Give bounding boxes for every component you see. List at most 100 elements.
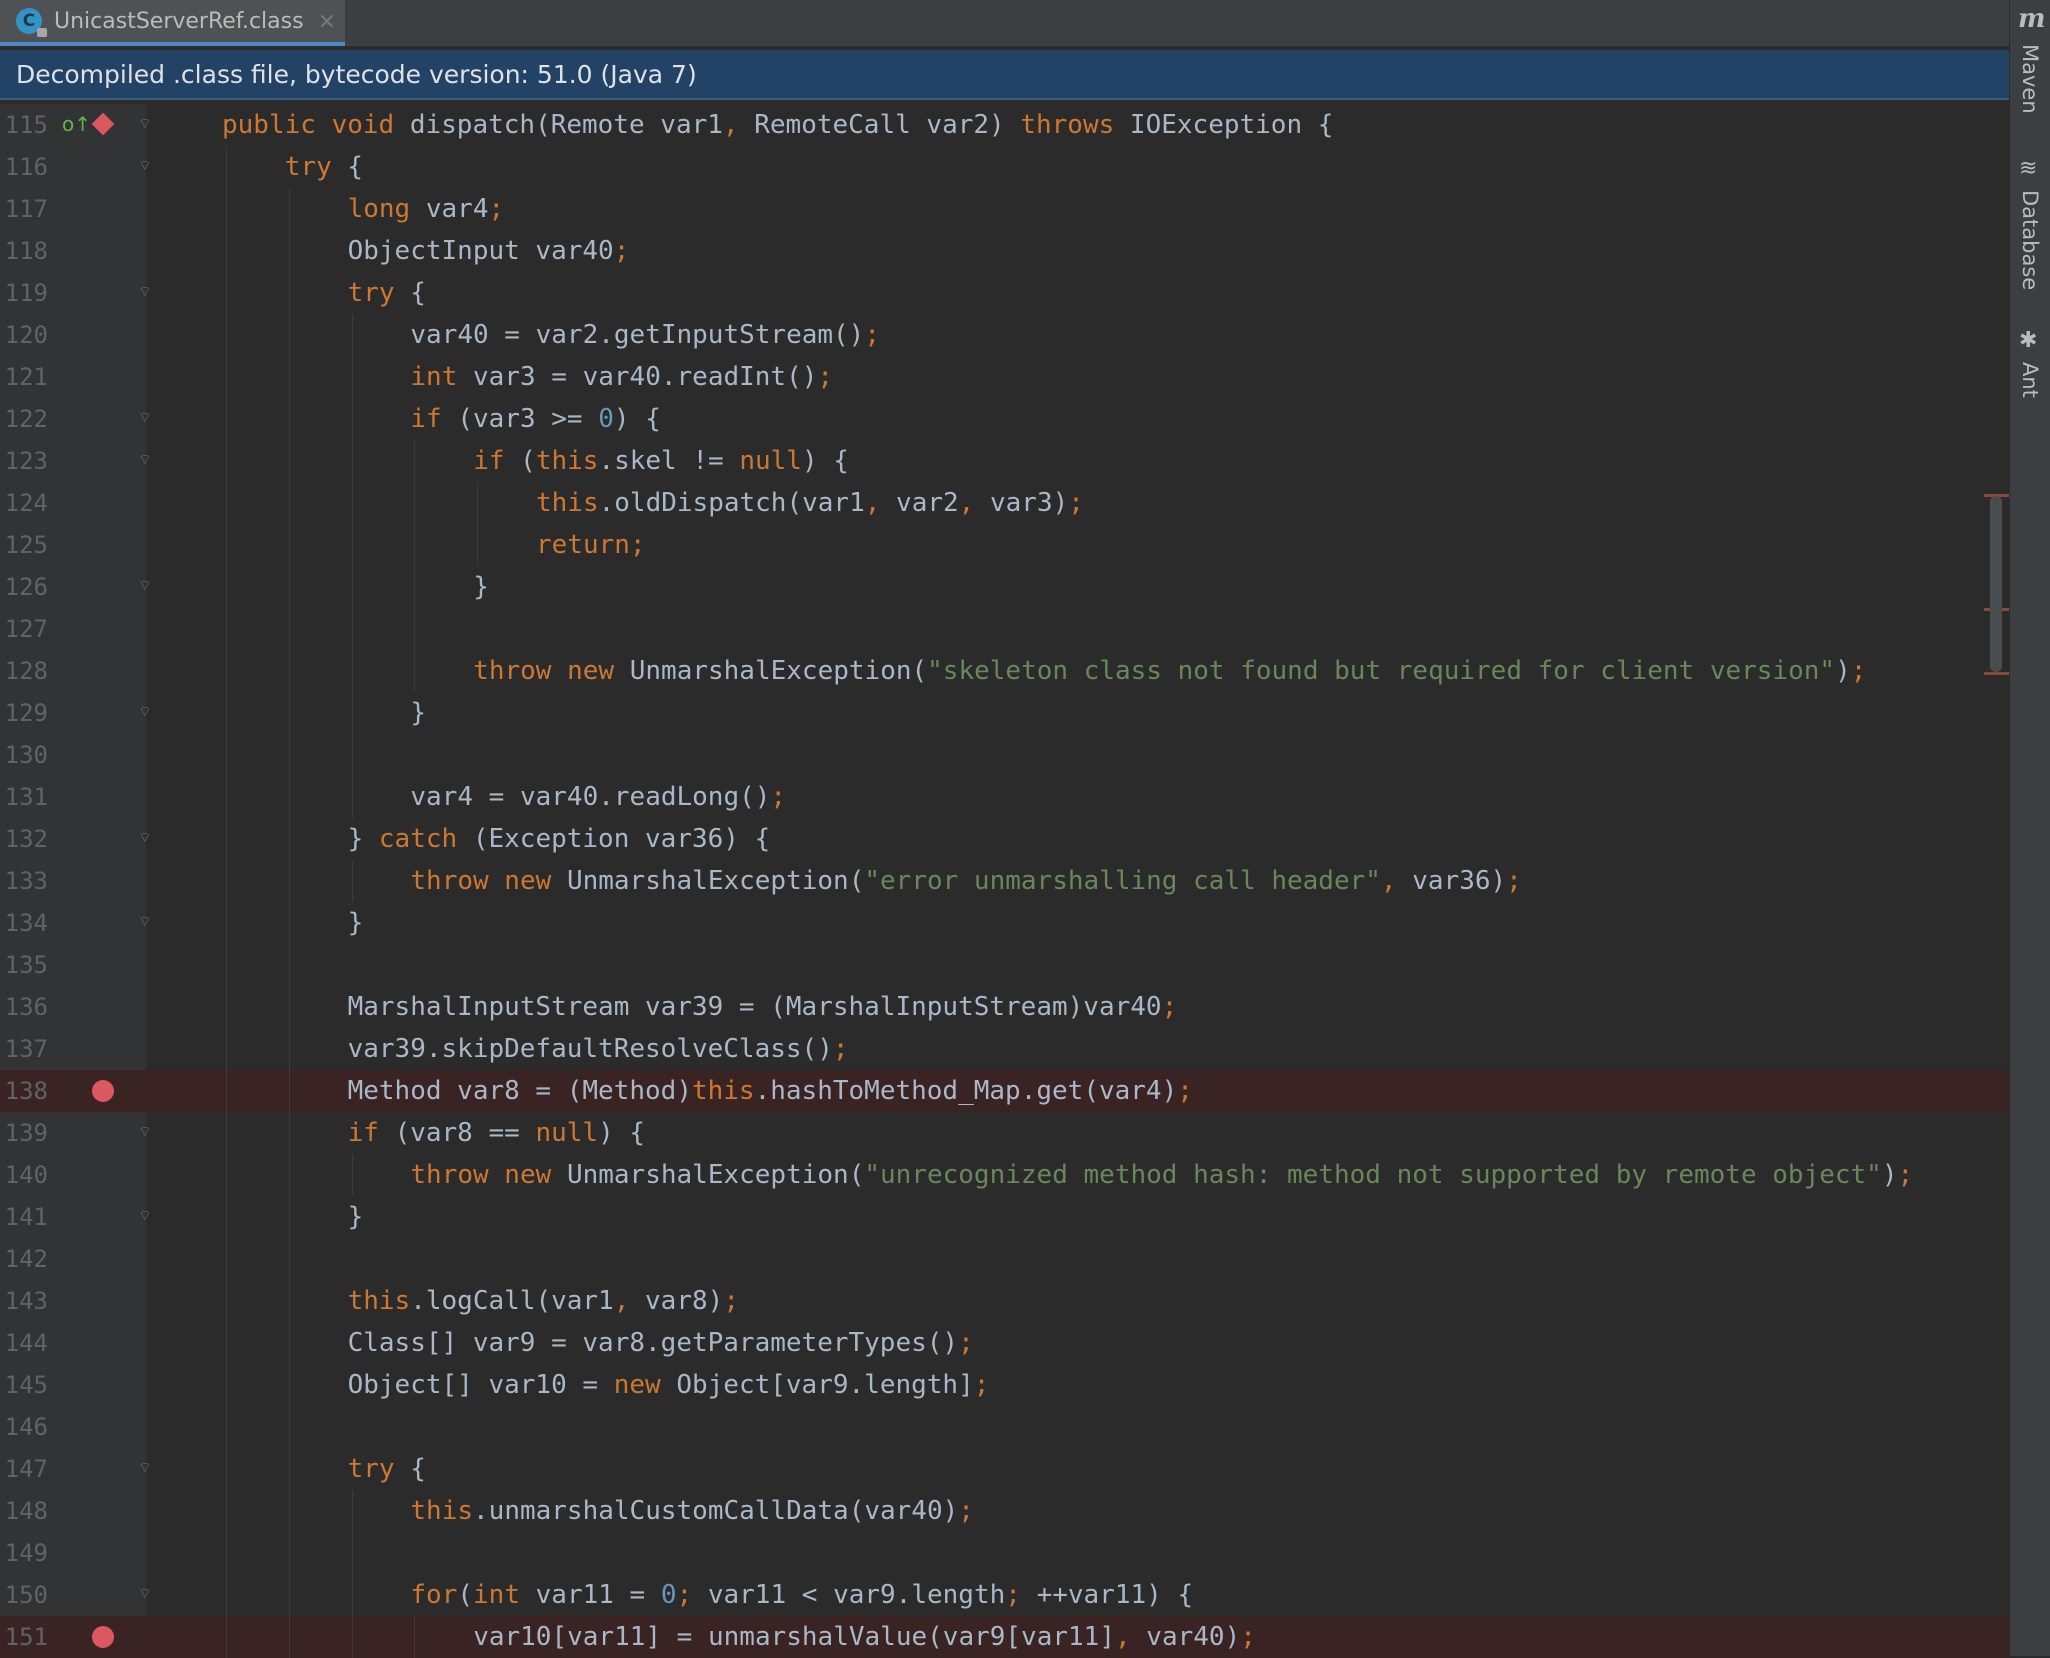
code-line[interactable]: 119 ⌔ try {: [0, 272, 2010, 314]
code-text[interactable]: ObjectInput var40;: [348, 230, 630, 272]
close-icon[interactable]: ×: [318, 9, 336, 34]
code-line[interactable]: 142: [0, 1238, 2010, 1280]
code-text[interactable]: public void dispatch(Remote var1, Remote…: [222, 104, 1333, 146]
line-number[interactable]: 136: [0, 986, 48, 1028]
code-line[interactable]: 135: [0, 944, 2010, 986]
fold-marker-icon[interactable]: ⌔: [138, 1209, 152, 1223]
breakpoint-icon[interactable]: [92, 1626, 114, 1648]
fold-marker-icon[interactable]: ⌔: [138, 159, 152, 173]
code-line[interactable]: 120 var40 = var2.getInputStream();: [0, 314, 2010, 356]
code-text[interactable]: try {: [285, 146, 363, 188]
line-number[interactable]: 140: [0, 1154, 48, 1196]
code-line[interactable]: 117 long var4;: [0, 188, 2010, 230]
code-text[interactable]: }: [473, 566, 489, 608]
overrides-method-icon[interactable]: o↑: [62, 110, 91, 138]
ant-tool-button[interactable]: Ant: [2018, 362, 2042, 398]
line-number[interactable]: 147: [0, 1448, 48, 1490]
line-number[interactable]: 133: [0, 860, 48, 902]
code-line[interactable]: 145 Object[] var10 = new Object[var9.leng…: [0, 1364, 2010, 1406]
code-text[interactable]: MarshalInputStream var39 = (MarshalInput…: [348, 986, 1178, 1028]
line-number[interactable]: 148: [0, 1490, 48, 1532]
code-text[interactable]: for(int var11 = 0; var11 < var9.length; …: [410, 1574, 1193, 1616]
code-text[interactable]: if (var3 >= 0) {: [410, 398, 660, 440]
line-number[interactable]: 121: [0, 356, 48, 398]
line-number[interactable]: 126: [0, 566, 48, 608]
code-line[interactable]: 150 ⌔ for(int var11 = 0; var11 < var9.leng…: [0, 1574, 2010, 1616]
fold-marker-icon[interactable]: ⌔: [138, 1461, 152, 1475]
code-text[interactable]: try {: [348, 272, 426, 314]
code-text[interactable]: this.oldDispatch(var1, var2, var3);: [536, 482, 1084, 524]
code-text[interactable]: this.logCall(var1, var8);: [348, 1280, 739, 1322]
code-line[interactable]: 147 ⌔ try {: [0, 1448, 2010, 1490]
line-number[interactable]: 120: [0, 314, 48, 356]
line-number[interactable]: 137: [0, 1028, 48, 1070]
fold-marker-icon[interactable]: ⌔: [138, 117, 152, 131]
code-text[interactable]: var4 = var40.readLong();: [410, 776, 786, 818]
code-line[interactable]: 144 Class[] var9 = var8.getParameterTypes…: [0, 1322, 2010, 1364]
line-number[interactable]: 149: [0, 1532, 48, 1574]
code-line[interactable]: 139 ⌔ if (var8 == null) {: [0, 1112, 2010, 1154]
code-text[interactable]: this.unmarshalCustomCallData(var40);: [410, 1490, 974, 1532]
line-number[interactable]: 117: [0, 188, 48, 230]
scrollbar-error-mark[interactable]: [1984, 672, 2010, 675]
line-number[interactable]: 151: [0, 1616, 48, 1658]
code-line[interactable]: 140 throw new UnmarshalException("unrecog…: [0, 1154, 2010, 1196]
code-line[interactable]: 151 var10[var11] = unmarshalValue(var9[va…: [0, 1616, 2010, 1658]
line-number[interactable]: 135: [0, 944, 48, 986]
line-number[interactable]: 127: [0, 608, 48, 650]
code-line[interactable]: 134 ⌔}: [0, 902, 2010, 944]
line-number[interactable]: 123: [0, 440, 48, 482]
line-number[interactable]: 115: [0, 104, 48, 146]
code-line[interactable]: 125 return;: [0, 524, 2010, 566]
code-text[interactable]: Method var8 = (Method)this.hashToMethod_…: [348, 1070, 1193, 1112]
code-line[interactable]: 130: [0, 734, 2010, 776]
code-text[interactable]: throw new UnmarshalException("unrecogniz…: [410, 1154, 1913, 1196]
line-number[interactable]: 124: [0, 482, 48, 524]
code-text[interactable]: throw new UnmarshalException("error unma…: [410, 860, 1521, 902]
line-number[interactable]: 146: [0, 1406, 48, 1448]
code-text[interactable]: Object[] var10 = new Object[var9.length]…: [348, 1364, 990, 1406]
code-line[interactable]: 123 ⌔ if (this.skel != null) {: [0, 440, 2010, 482]
line-number[interactable]: 139: [0, 1112, 48, 1154]
tab-unicast-server-ref[interactable]: C UnicastServerRef.class ×: [0, 0, 345, 46]
fold-marker-icon[interactable]: ⌔: [138, 915, 152, 929]
breakpoint-icon[interactable]: [92, 1080, 114, 1102]
code-text[interactable]: var40 = var2.getInputStream();: [410, 314, 880, 356]
code-line[interactable]: 137 var39.skipDefaultResolveClass();: [0, 1028, 2010, 1070]
code-text[interactable]: } catch (Exception var36) {: [348, 818, 771, 860]
code-text[interactable]: throw new UnmarshalException("skeleton c…: [473, 650, 1866, 692]
code-line[interactable]: 127: [0, 608, 2010, 650]
code-text[interactable]: if (var8 == null) {: [348, 1112, 645, 1154]
line-number[interactable]: 141: [0, 1196, 48, 1238]
fold-marker-icon[interactable]: ⌔: [138, 453, 152, 467]
fold-marker-icon[interactable]: ⌔: [138, 579, 152, 593]
code-line[interactable]: 136 MarshalInputStream var39 = (MarshalIn…: [0, 986, 2010, 1028]
line-number[interactable]: 118: [0, 230, 48, 272]
line-number[interactable]: 150: [0, 1574, 48, 1616]
line-number[interactable]: 143: [0, 1280, 48, 1322]
fold-marker-icon[interactable]: ⌔: [138, 705, 152, 719]
fold-marker-icon[interactable]: ⌔: [138, 831, 152, 845]
line-number[interactable]: 131: [0, 776, 48, 818]
code-line[interactable]: 116 ⌔ try {: [0, 146, 2010, 188]
vertical-scrollbar-thumb[interactable]: [1990, 496, 2002, 672]
code-line[interactable]: 138 Method var8 = (Method)this.hashToMeth…: [0, 1070, 2010, 1112]
code-text[interactable]: }: [348, 902, 364, 944]
code-line[interactable]: 121 int var3 = var40.readInt();: [0, 356, 2010, 398]
code-line[interactable]: 118 ObjectInput var40;: [0, 230, 2010, 272]
code-text[interactable]: var39.skipDefaultResolveClass();: [348, 1028, 849, 1070]
line-number[interactable]: 130: [0, 734, 48, 776]
code-line[interactable]: 115 o↑ ⌔ public void dispatch(Remote var1, …: [0, 104, 2010, 146]
code-text[interactable]: }: [410, 692, 426, 734]
line-number[interactable]: 132: [0, 818, 48, 860]
code-line[interactable]: 141 ⌔}: [0, 1196, 2010, 1238]
code-text[interactable]: long var4;: [348, 188, 505, 230]
code-line[interactable]: 143 this.logCall(var1, var8);: [0, 1280, 2010, 1322]
code-line[interactable]: 149: [0, 1532, 2010, 1574]
fold-marker-icon[interactable]: ⌔: [138, 1125, 152, 1139]
code-line[interactable]: 133 throw new UnmarshalException("error u…: [0, 860, 2010, 902]
code-line[interactable]: 122 ⌔ if (var3 >= 0) {: [0, 398, 2010, 440]
database-tool-button[interactable]: Database: [2018, 190, 2042, 290]
maven-icon[interactable]: m: [2018, 4, 2046, 34]
code-text[interactable]: try {: [348, 1448, 426, 1490]
